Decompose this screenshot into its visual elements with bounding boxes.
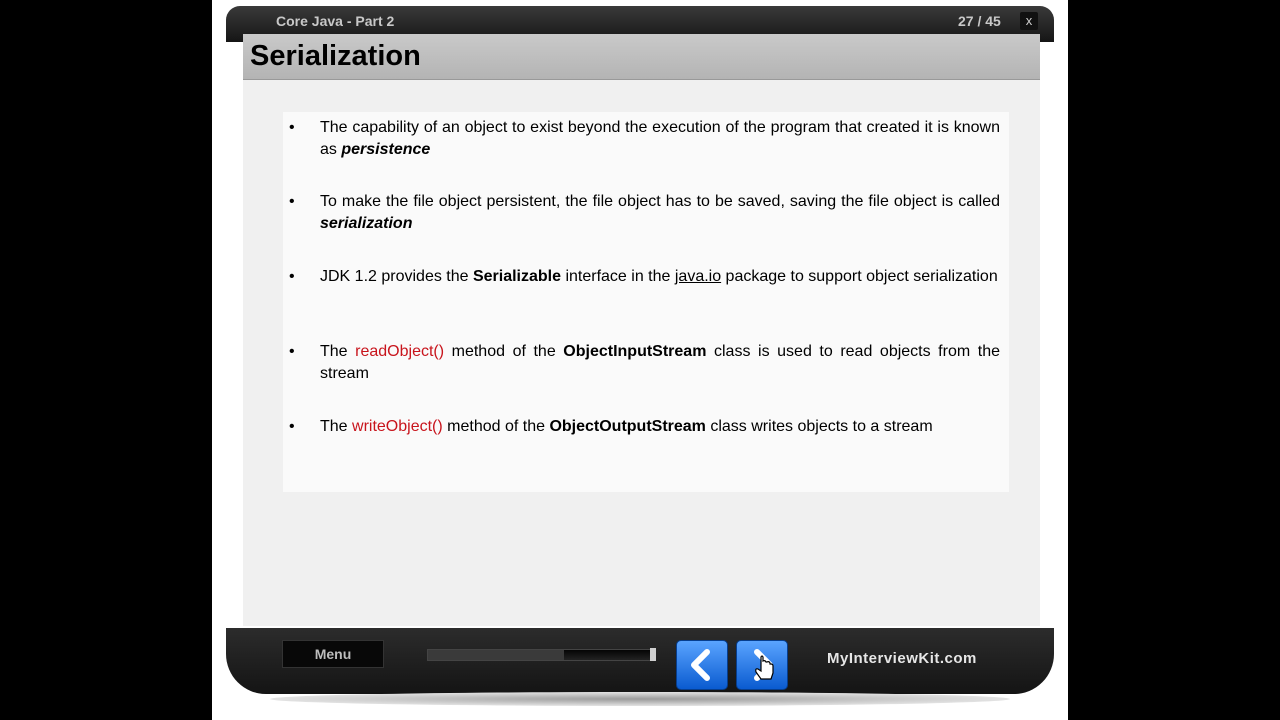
menu-button[interactable]: Menu [282,640,384,668]
text-span: method of the [444,343,564,360]
slide-title: Serialization [250,40,421,72]
emphasis-term: persistence [341,141,431,158]
text-span: class writes objects to a stream [705,418,933,435]
bullet-text-persistence: The capability of an object to exist bey… [320,117,1000,161]
course-title: Core Java - Part 2 [276,13,395,29]
previous-slide-button[interactable] [676,640,728,690]
chevron-left-icon [691,649,710,681]
text-span: JDK 1.2 provides the [320,268,473,285]
bullet-marker: • [289,193,295,210]
bullet-marker: • [289,268,295,285]
slide-counter: 27 / 45 [958,13,1001,29]
progress-handle[interactable] [650,648,656,661]
bullet-text-serialization: To make the file object persistent, the … [320,191,1000,235]
brand-label: MyInterviewKit.com [827,650,977,667]
class-name: ObjectInputStream [563,343,707,360]
bullet-text-serializable: JDK 1.2 provides the Serializable interf… [320,266,1000,288]
text-span: package to support object serialization [721,268,998,285]
text-span: The [320,343,356,360]
text-span: The [320,418,353,435]
bullet-text-readobject: The readObject() method of the ObjectInp… [320,341,1000,385]
bold-term: Serializable [472,268,562,285]
underlined-term: java.io [674,268,722,285]
bullet-marker: • [289,418,295,435]
method-name: writeObject() [352,418,443,435]
method-name: readObject() [355,343,445,360]
progress-fill [428,650,564,660]
text-span: interface in the [561,268,675,285]
class-name: ObjectOutputStream [549,418,706,435]
text-span: To make the file object persistent, the … [320,193,1000,210]
bullet-marker: • [289,343,295,360]
next-slide-button[interactable] [736,640,788,690]
player-shadow [270,692,1010,706]
close-button[interactable]: x [1020,12,1038,30]
hand-pointer-icon [755,655,774,680]
text-span: method of the [442,418,550,435]
bullet-text-writeobject: The writeObject() method of the ObjectOu… [320,416,1000,438]
progress-bar[interactable] [427,649,655,661]
bullet-marker: • [289,119,295,136]
emphasis-term: serialization [320,215,413,232]
